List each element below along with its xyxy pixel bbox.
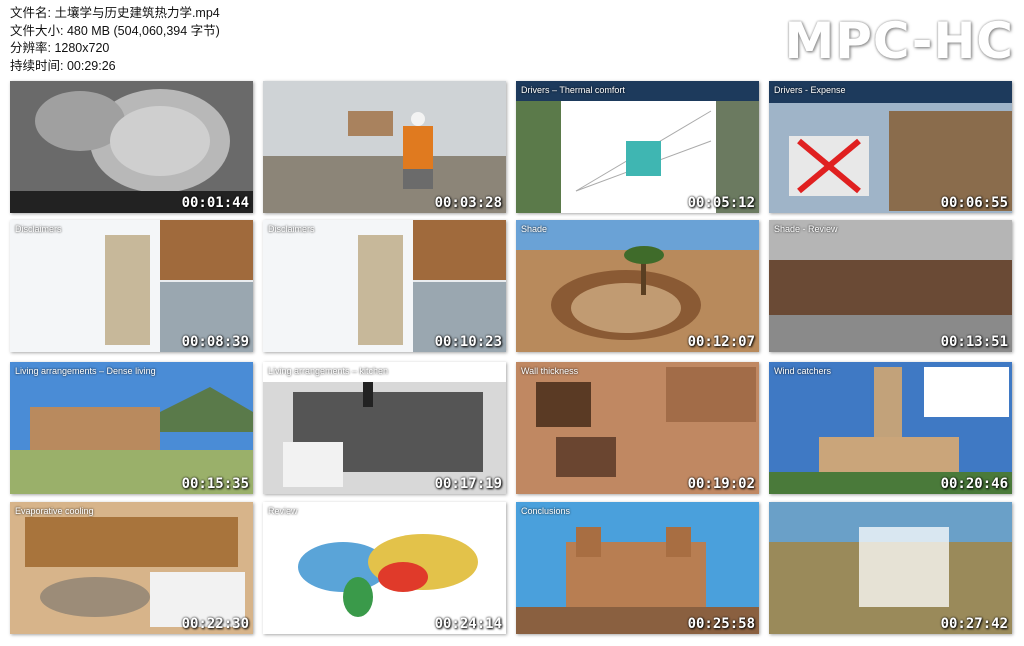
thumbnail-image [769, 220, 1012, 352]
thumbnail-image [263, 502, 506, 634]
thumbnail-timestamp: 00:03:28 [434, 195, 502, 211]
video-thumbnail: Disclaimers 00:08:39 [10, 220, 253, 352]
thumbnail-timestamp: 00:15:35 [181, 476, 249, 492]
slide-title: Disclaimers [15, 224, 62, 234]
thumbnail-timestamp: 00:08:39 [181, 334, 249, 350]
video-thumbnail: Drivers - Expense 00:06:55 [769, 81, 1012, 213]
slide-title: Evaporative cooling [15, 506, 94, 516]
video-thumbnail: Living arrangements – kitchen 00:17:19 [263, 362, 506, 494]
thumbnail-timestamp: 00:13:51 [940, 334, 1008, 350]
thumbnail-timestamp: 00:05:12 [687, 195, 755, 211]
slide-title: Wind catchers [774, 366, 832, 376]
video-thumbnail: Conclusions 00:25:58 [516, 502, 759, 634]
slide-title: Review [268, 506, 298, 516]
thumbnail-image [10, 81, 253, 213]
thumbnail-image [10, 220, 253, 352]
thumbnail-image [10, 362, 253, 494]
slide-title: Disclaimers [268, 224, 315, 234]
slide-title: Wall thickness [521, 366, 579, 376]
thumbnail-image [516, 502, 759, 634]
slide-title: Conclusions [521, 506, 571, 516]
video-thumbnail: Review 00:24:14 [263, 502, 506, 634]
video-thumbnail: Drivers – Thermal comfort 00:05:12 [516, 81, 759, 213]
thumbnail-image [769, 362, 1012, 494]
thumbnail-timestamp: 00:12:07 [687, 334, 755, 350]
slide-title: Living arrangements – kitchen [268, 366, 389, 376]
thumbnail-timestamp: 00:24:14 [434, 616, 502, 632]
thumbnail-timestamp: 00:19:02 [687, 476, 755, 492]
thumbnail-timestamp: 00:20:46 [940, 476, 1008, 492]
thumbnail-timestamp: 00:27:42 [940, 616, 1008, 632]
thumbnail-timestamp: 00:10:23 [434, 334, 502, 350]
video-thumbnail: 00:01:44 [10, 81, 253, 213]
thumbnail-image [263, 362, 506, 494]
thumbnail-image [769, 502, 1012, 634]
video-thumbnail: 00:03:28 [263, 81, 506, 213]
slide-title: Drivers - Expense [774, 85, 846, 95]
video-thumbnail: Shade 00:12:07 [516, 220, 759, 352]
slide-title: Drivers – Thermal comfort [521, 85, 625, 95]
slide-title: Shade [521, 224, 548, 234]
thumbnail-timestamp: 00:01:44 [181, 195, 249, 211]
thumbnail-timestamp: 00:06:55 [940, 195, 1008, 211]
thumbnail-image [10, 502, 253, 634]
video-thumbnail: Living arrangements – Dense living 00:15:… [10, 362, 253, 494]
thumbnail-timestamp: 00:17:19 [434, 476, 502, 492]
thumbnail-image [263, 220, 506, 352]
video-thumbnail: Evaporative cooling 00:22:30 [10, 502, 253, 634]
video-thumbnail: Wall thickness 00:19:02 [516, 362, 759, 494]
video-thumbnail: Shade - Review 00:13:51 [769, 220, 1012, 352]
thumbnail-image [516, 362, 759, 494]
thumbnail-image [516, 81, 759, 213]
video-thumbnail: Wind catchers 00:20:46 [769, 362, 1012, 494]
thumbnail-image [769, 81, 1012, 213]
thumbnail-grid: 00:01:44 00:03:28 Drivers – Thermal comfor… [0, 0, 1024, 646]
video-thumbnail: 00:27:42 [769, 502, 1012, 634]
thumbnail-timestamp: 00:25:58 [687, 616, 755, 632]
thumbnail-timestamp: 00:22:30 [181, 616, 249, 632]
slide-title: Shade - Review [774, 224, 838, 234]
thumbnail-image [516, 220, 759, 352]
slide-title: Living arrangements – Dense living [15, 366, 156, 376]
video-thumbnail: Disclaimers 00:10:23 [263, 220, 506, 352]
thumbnail-image [263, 81, 506, 213]
